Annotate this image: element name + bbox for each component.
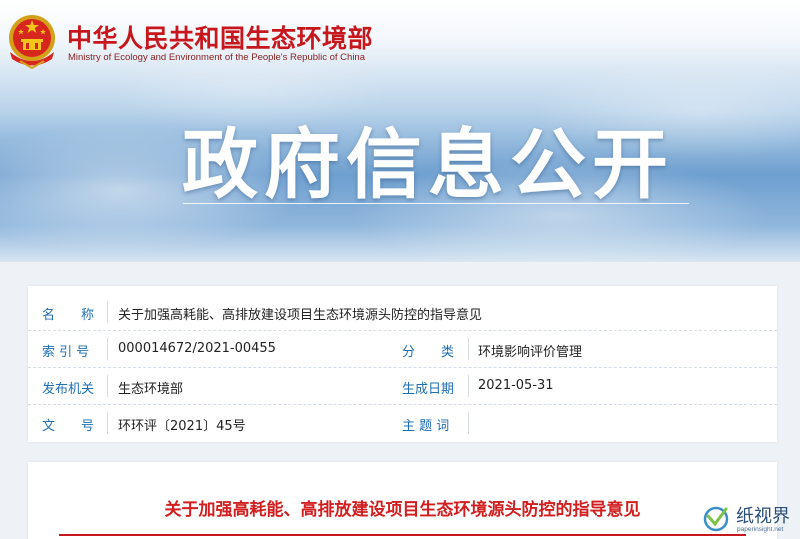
- ministry-name-en[interactable]: Ministry of Ecology and Environment of t…: [68, 52, 365, 63]
- divider: [107, 375, 108, 397]
- document-info-card: 名 称 关于加强高耗能、高排放建设项目生态环境源头防控的指导意见 索 引 号 0…: [28, 286, 777, 442]
- keywords-label: 主 题 词: [402, 419, 450, 434]
- divider: [107, 301, 108, 323]
- info-row-name: 名 称 关于加强高耗能、高排放建设项目生态环境源头防控的指导意见: [28, 294, 777, 331]
- watermark-text: 纸视界: [736, 506, 790, 527]
- divider: [468, 412, 469, 434]
- index-value: 000014672/2021-00455: [118, 341, 276, 356]
- info-row-docno: 文 号 环环评〔2021〕45号 主 题 词: [28, 405, 777, 442]
- info-row-issuer: 发布机关 生态环境部 生成日期 2021-05-31: [28, 368, 777, 405]
- docno-label: 文 号: [42, 419, 95, 434]
- info-row-index: 索 引 号 000014672/2021-00455 分 类 环境影响评价管理: [28, 331, 777, 368]
- banner-title: 政府信息公开: [182, 120, 674, 209]
- index-label: 索 引 号: [42, 345, 90, 360]
- name-label: 名 称: [42, 308, 95, 323]
- date-label: 生成日期: [402, 382, 455, 397]
- watermark: 纸视界 paperinsight.net: [700, 500, 800, 539]
- ministry-name-cn[interactable]: 中华人民共和国生态环境部: [67, 19, 373, 55]
- category-value: 环境影响评价管理: [478, 345, 583, 360]
- banner-divider: [183, 203, 689, 204]
- docno-value: 环环评〔2021〕45号: [118, 419, 246, 434]
- paperinsight-logo-icon: [703, 506, 729, 532]
- article-title-rule: [59, 534, 746, 536]
- watermark-subtext: paperinsight.net: [737, 526, 784, 533]
- category-label: 分 类: [402, 345, 455, 360]
- date-value: 2021-05-31: [478, 378, 554, 393]
- divider: [107, 412, 108, 434]
- national-emblem-icon: [9, 15, 55, 70]
- divider: [468, 375, 469, 397]
- name-value: 关于加强高耗能、高排放建设项目生态环境源头防控的指导意见: [118, 308, 483, 323]
- article-title: 关于加强高耗能、高排放建设项目生态环境源头防控的指导意见: [164, 500, 641, 520]
- issuer-label: 发布机关: [42, 382, 95, 397]
- article-card: 关于加强高耗能、高排放建设项目生态环境源头防控的指导意见: [28, 462, 777, 539]
- issuer-value: 生态环境部: [118, 382, 184, 397]
- divider: [107, 338, 108, 360]
- divider: [468, 338, 469, 360]
- header-banner: 中华人民共和国生态环境部 Ministry of Ecology and Env…: [0, 0, 800, 262]
